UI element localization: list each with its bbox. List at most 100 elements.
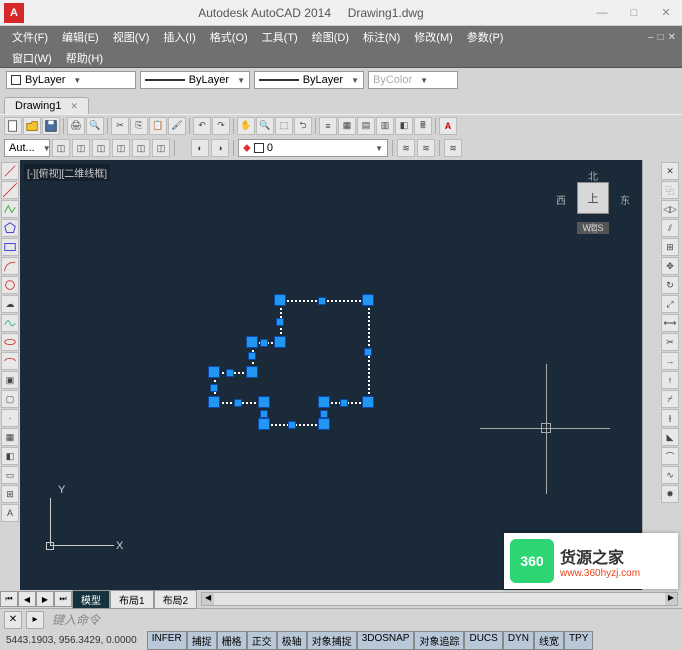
horizontal-scrollbar[interactable]: ◀ ▶ <box>201 592 678 606</box>
status-snap[interactable]: 捕捉 <box>187 631 217 650</box>
tool-palettes-button[interactable]: ▤ <box>357 117 375 135</box>
layer-tool2[interactable]: ≋ <box>417 139 435 157</box>
doc-restore[interactable]: □ <box>658 32 664 43</box>
grip-midpoint[interactable] <box>234 399 242 407</box>
status-dyn[interactable]: DYN <box>503 631 534 650</box>
viewport-label[interactable]: [-][俯视][二维线框] <box>24 164 110 181</box>
hatch-tool[interactable]: ▦ <box>1 428 19 446</box>
ws-btn2[interactable]: ◫ <box>72 139 90 157</box>
paste-button[interactable]: 📋 <box>149 117 167 135</box>
cmd-prompt-icon[interactable]: ▸ <box>26 611 44 629</box>
menu-modify[interactable]: 修改(M) <box>408 27 459 47</box>
status-osnap[interactable]: 对象捕捉 <box>307 631 357 650</box>
menu-tools[interactable]: 工具(T) <box>256 27 304 47</box>
zoom-rt-button[interactable]: 🔍 <box>256 117 274 135</box>
spline-tool[interactable] <box>1 314 19 332</box>
coordinates[interactable]: 5443.1903, 956.3429, 0.0000 <box>0 635 143 646</box>
doc-tab-close-icon[interactable]: ✕ <box>71 101 79 111</box>
cube-top-face[interactable]: 上 <box>577 182 609 214</box>
pan-button[interactable]: ✋ <box>237 117 255 135</box>
grip-vertex[interactable] <box>274 336 286 348</box>
layer-btn2[interactable]: ◑ <box>211 139 229 157</box>
grip-vertex[interactable] <box>246 336 258 348</box>
status-lwt[interactable]: 线宽 <box>534 631 564 650</box>
grip-vertex[interactable] <box>274 294 286 306</box>
cmd-input[interactable]: 键入命令 <box>48 611 678 628</box>
fillet-tool[interactable]: ⌒ <box>661 447 679 465</box>
tab-last[interactable]: ⏭ <box>54 591 72 607</box>
revision-cloud-tool[interactable]: ☁ <box>1 295 19 313</box>
status-ortho[interactable]: 正交 <box>247 631 277 650</box>
break-tool[interactable]: ⌿ <box>661 390 679 408</box>
grip-midpoint[interactable] <box>318 297 326 305</box>
zoom-window-button[interactable]: ⬚ <box>275 117 293 135</box>
arc-tool[interactable] <box>1 257 19 275</box>
status-ducs[interactable]: DUCS <box>464 631 502 650</box>
line-tool[interactable] <box>1 162 19 180</box>
extend-tool[interactable]: → <box>661 352 679 370</box>
design-center-button[interactable]: ▦ <box>338 117 356 135</box>
matchprop-button[interactable]: 🖌 <box>168 117 186 135</box>
menu-param[interactable]: 参数(P) <box>461 27 510 47</box>
maximize-button[interactable]: □ <box>622 4 646 22</box>
layer-tool1[interactable]: ≋ <box>397 139 415 157</box>
polyline-tool[interactable] <box>1 200 19 218</box>
blend-tool[interactable]: ∿ <box>661 466 679 484</box>
new-button[interactable] <box>4 117 22 135</box>
ws-btn6[interactable]: ◫ <box>152 139 170 157</box>
trim-tool[interactable]: ✂ <box>661 333 679 351</box>
tab-prev[interactable]: ◀ <box>18 591 36 607</box>
status-infer[interactable]: INFER <box>147 631 187 650</box>
rectangle-tool[interactable] <box>1 238 19 256</box>
menu-window[interactable]: 窗口(W) <box>6 48 58 68</box>
grip-midpoint[interactable] <box>210 384 218 392</box>
circle-tool[interactable] <box>1 276 19 294</box>
table-tool[interactable]: ⊞ <box>1 485 19 503</box>
minimize-button[interactable]: — <box>590 4 614 22</box>
gradient-tool[interactable]: ◧ <box>1 447 19 465</box>
grip-vertex[interactable] <box>208 366 220 378</box>
status-tpy[interactable]: TPY <box>564 631 593 650</box>
copy-button[interactable]: ⎘ <box>130 117 148 135</box>
menu-edit[interactable]: 编辑(E) <box>56 27 105 47</box>
chamfer-tool[interactable]: ◣ <box>661 428 679 446</box>
menu-format[interactable]: 格式(O) <box>204 27 254 47</box>
insert-block-tool[interactable]: ▣ <box>1 371 19 389</box>
grip-midpoint[interactable] <box>260 339 268 347</box>
copy-tool[interactable]: ⿻ <box>661 181 679 199</box>
grip-vertex[interactable] <box>208 396 220 408</box>
print-button[interactable]: 🖨 <box>67 117 85 135</box>
grip-midpoint[interactable] <box>364 348 372 356</box>
break-at-point-tool[interactable]: ⟊ <box>661 371 679 389</box>
erase-tool[interactable]: ✕ <box>661 162 679 180</box>
point-tool[interactable]: · <box>1 409 19 427</box>
layer-btn1[interactable]: ◐ <box>191 139 209 157</box>
grip-vertex[interactable] <box>318 418 330 430</box>
menu-insert[interactable]: 插入(I) <box>157 27 201 47</box>
cut-button[interactable]: ✂ <box>111 117 129 135</box>
grip-midpoint[interactable] <box>226 369 234 377</box>
app-icon[interactable]: A <box>4 3 24 23</box>
status-grid[interactable]: 栅格 <box>217 631 247 650</box>
ellipse-tool[interactable] <box>1 333 19 351</box>
quickcalc-button[interactable]: 🖩 <box>414 117 432 135</box>
scale-tool[interactable]: ⤢ <box>661 295 679 313</box>
ws-btn3[interactable]: ◫ <box>92 139 110 157</box>
layer-combo[interactable]: ByLayer ▼ <box>6 71 136 89</box>
stretch-tool[interactable]: ⟷ <box>661 314 679 332</box>
explode-tool[interactable]: ✸ <box>661 485 679 503</box>
text-style-a-button[interactable]: A <box>439 117 457 135</box>
menu-help[interactable]: 帮助(H) <box>60 48 109 68</box>
join-tool[interactable]: ⫲ <box>661 409 679 427</box>
status-polar[interactable]: 极轴 <box>277 631 307 650</box>
save-button[interactable] <box>42 117 60 135</box>
cmd-history-icon[interactable]: ✕ <box>4 611 22 629</box>
layer-tool3[interactable]: ≋ <box>444 139 462 157</box>
ws-btn1[interactable]: ◫ <box>52 139 70 157</box>
make-block-tool[interactable]: ▢ <box>1 390 19 408</box>
zoom-prev-button[interactable]: ⮌ <box>294 117 312 135</box>
vertical-scrollbar[interactable] <box>642 160 660 590</box>
grip-vertex[interactable] <box>258 418 270 430</box>
undo-button[interactable]: ↶ <box>193 117 211 135</box>
menu-dim[interactable]: 标注(N) <box>357 27 406 47</box>
